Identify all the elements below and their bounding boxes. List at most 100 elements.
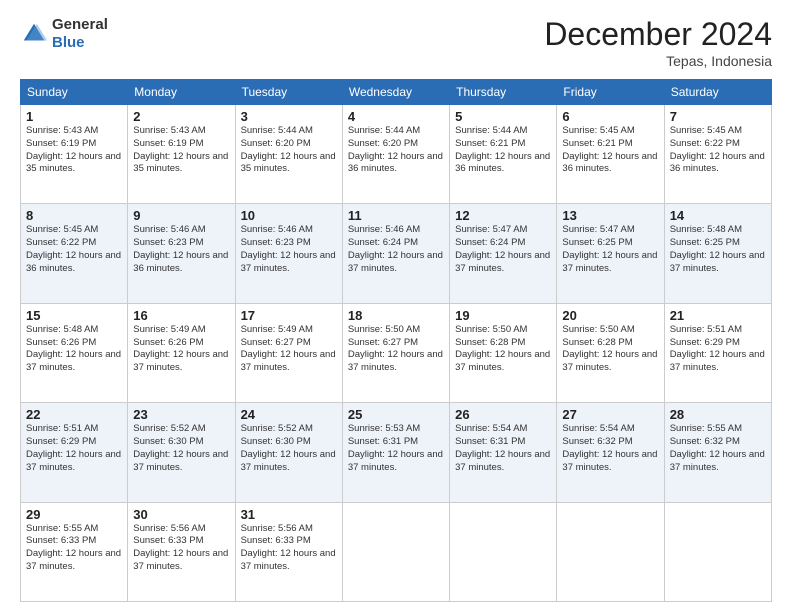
- calendar-cell: 11 Sunrise: 5:46 AM Sunset: 6:24 PM Dayl…: [342, 204, 449, 303]
- sunrise-text: Sunrise: 5:51 AM: [26, 423, 98, 434]
- daylight-text: Daylight: 12 hours and 37 minutes.: [348, 349, 443, 373]
- day-detail: Sunrise: 5:55 AM Sunset: 6:32 PM Dayligh…: [670, 423, 766, 474]
- calendar-week-row: 15 Sunrise: 5:48 AM Sunset: 6:26 PM Dayl…: [21, 303, 772, 402]
- sunset-text: Sunset: 6:24 PM: [348, 237, 418, 248]
- sunset-text: Sunset: 6:27 PM: [241, 337, 311, 348]
- day-number: 23: [133, 407, 229, 422]
- calendar-cell: 2 Sunrise: 5:43 AM Sunset: 6:19 PM Dayli…: [128, 105, 235, 204]
- day-number: 12: [455, 208, 551, 223]
- daylight-text: Daylight: 12 hours and 37 minutes.: [670, 250, 765, 274]
- day-detail: Sunrise: 5:44 AM Sunset: 6:20 PM Dayligh…: [348, 125, 444, 176]
- sunrise-text: Sunrise: 5:52 AM: [133, 423, 205, 434]
- day-detail: Sunrise: 5:52 AM Sunset: 6:30 PM Dayligh…: [241, 423, 337, 474]
- sunset-text: Sunset: 6:20 PM: [348, 138, 418, 149]
- day-detail: Sunrise: 5:47 AM Sunset: 6:25 PM Dayligh…: [562, 224, 658, 275]
- day-number: 26: [455, 407, 551, 422]
- daylight-text: Daylight: 12 hours and 37 minutes.: [455, 349, 550, 373]
- calendar-cell: 5 Sunrise: 5:44 AM Sunset: 6:21 PM Dayli…: [450, 105, 557, 204]
- daylight-text: Daylight: 12 hours and 37 minutes.: [670, 449, 765, 473]
- calendar-cell: 31 Sunrise: 5:56 AM Sunset: 6:33 PM Dayl…: [235, 502, 342, 601]
- calendar-cell: 23 Sunrise: 5:52 AM Sunset: 6:30 PM Dayl…: [128, 403, 235, 502]
- day-number: 29: [26, 507, 122, 522]
- calendar-cell: 29 Sunrise: 5:55 AM Sunset: 6:33 PM Dayl…: [21, 502, 128, 601]
- day-detail: Sunrise: 5:50 AM Sunset: 6:28 PM Dayligh…: [562, 324, 658, 375]
- calendar-cell: 19 Sunrise: 5:50 AM Sunset: 6:28 PM Dayl…: [450, 303, 557, 402]
- daylight-text: Daylight: 12 hours and 37 minutes.: [241, 449, 336, 473]
- day-number: 18: [348, 308, 444, 323]
- sunset-text: Sunset: 6:30 PM: [133, 436, 203, 447]
- calendar-cell: 9 Sunrise: 5:46 AM Sunset: 6:23 PM Dayli…: [128, 204, 235, 303]
- day-number: 3: [241, 109, 337, 124]
- day-number: 7: [670, 109, 766, 124]
- day-number: 22: [26, 407, 122, 422]
- sunset-text: Sunset: 6:23 PM: [241, 237, 311, 248]
- calendar-cell: [342, 502, 449, 601]
- daylight-text: Daylight: 12 hours and 37 minutes.: [133, 349, 228, 373]
- sunrise-text: Sunrise: 5:53 AM: [348, 423, 420, 434]
- sunset-text: Sunset: 6:31 PM: [348, 436, 418, 447]
- sunrise-text: Sunrise: 5:56 AM: [241, 523, 313, 534]
- sunrise-text: Sunrise: 5:52 AM: [241, 423, 313, 434]
- sunrise-text: Sunrise: 5:51 AM: [670, 324, 742, 335]
- sunset-text: Sunset: 6:33 PM: [26, 535, 96, 546]
- sunset-text: Sunset: 6:32 PM: [562, 436, 632, 447]
- day-number: 5: [455, 109, 551, 124]
- day-detail: Sunrise: 5:56 AM Sunset: 6:33 PM Dayligh…: [133, 523, 229, 574]
- calendar-cell: 28 Sunrise: 5:55 AM Sunset: 6:32 PM Dayl…: [664, 403, 771, 502]
- daylight-text: Daylight: 12 hours and 37 minutes.: [455, 250, 550, 274]
- sunset-text: Sunset: 6:27 PM: [348, 337, 418, 348]
- day-number: 30: [133, 507, 229, 522]
- day-detail: Sunrise: 5:47 AM Sunset: 6:24 PM Dayligh…: [455, 224, 551, 275]
- day-number: 15: [26, 308, 122, 323]
- calendar-cell: 16 Sunrise: 5:49 AM Sunset: 6:26 PM Dayl…: [128, 303, 235, 402]
- calendar-cell: 13 Sunrise: 5:47 AM Sunset: 6:25 PM Dayl…: [557, 204, 664, 303]
- daylight-text: Daylight: 12 hours and 37 minutes.: [562, 449, 657, 473]
- daylight-text: Daylight: 12 hours and 37 minutes.: [241, 349, 336, 373]
- day-number: 14: [670, 208, 766, 223]
- day-number: 10: [241, 208, 337, 223]
- daylight-text: Daylight: 12 hours and 37 minutes.: [562, 250, 657, 274]
- day-of-week-header: Saturday: [664, 80, 771, 105]
- daylight-text: Daylight: 12 hours and 36 minutes.: [133, 250, 228, 274]
- sunset-text: Sunset: 6:19 PM: [133, 138, 203, 149]
- day-number: 27: [562, 407, 658, 422]
- calendar-header-row: SundayMondayTuesdayWednesdayThursdayFrid…: [21, 80, 772, 105]
- sunrise-text: Sunrise: 5:55 AM: [670, 423, 742, 434]
- day-number: 19: [455, 308, 551, 323]
- day-detail: Sunrise: 5:45 AM Sunset: 6:22 PM Dayligh…: [26, 224, 122, 275]
- sunrise-text: Sunrise: 5:50 AM: [348, 324, 420, 335]
- day-number: 8: [26, 208, 122, 223]
- day-number: 28: [670, 407, 766, 422]
- day-detail: Sunrise: 5:51 AM Sunset: 6:29 PM Dayligh…: [26, 423, 122, 474]
- day-detail: Sunrise: 5:44 AM Sunset: 6:21 PM Dayligh…: [455, 125, 551, 176]
- sunrise-text: Sunrise: 5:44 AM: [348, 125, 420, 136]
- calendar-cell: 30 Sunrise: 5:56 AM Sunset: 6:33 PM Dayl…: [128, 502, 235, 601]
- sunrise-text: Sunrise: 5:47 AM: [562, 224, 634, 235]
- calendar-week-row: 29 Sunrise: 5:55 AM Sunset: 6:33 PM Dayl…: [21, 502, 772, 601]
- daylight-text: Daylight: 12 hours and 37 minutes.: [670, 349, 765, 373]
- sunrise-text: Sunrise: 5:45 AM: [26, 224, 98, 235]
- sunset-text: Sunset: 6:20 PM: [241, 138, 311, 149]
- calendar-week-row: 8 Sunrise: 5:45 AM Sunset: 6:22 PM Dayli…: [21, 204, 772, 303]
- day-detail: Sunrise: 5:56 AM Sunset: 6:33 PM Dayligh…: [241, 523, 337, 574]
- day-number: 17: [241, 308, 337, 323]
- daylight-text: Daylight: 12 hours and 36 minutes.: [455, 151, 550, 175]
- daylight-text: Daylight: 12 hours and 36 minutes.: [26, 250, 121, 274]
- day-detail: Sunrise: 5:46 AM Sunset: 6:24 PM Dayligh…: [348, 224, 444, 275]
- calendar-cell: 20 Sunrise: 5:50 AM Sunset: 6:28 PM Dayl…: [557, 303, 664, 402]
- day-detail: Sunrise: 5:52 AM Sunset: 6:30 PM Dayligh…: [133, 423, 229, 474]
- day-of-week-header: Tuesday: [235, 80, 342, 105]
- calendar-cell: 6 Sunrise: 5:45 AM Sunset: 6:21 PM Dayli…: [557, 105, 664, 204]
- daylight-text: Daylight: 12 hours and 37 minutes.: [348, 449, 443, 473]
- day-number: 16: [133, 308, 229, 323]
- day-number: 20: [562, 308, 658, 323]
- sunrise-text: Sunrise: 5:50 AM: [455, 324, 527, 335]
- calendar-cell: 21 Sunrise: 5:51 AM Sunset: 6:29 PM Dayl…: [664, 303, 771, 402]
- day-number: 13: [562, 208, 658, 223]
- day-detail: Sunrise: 5:50 AM Sunset: 6:28 PM Dayligh…: [455, 324, 551, 375]
- day-detail: Sunrise: 5:55 AM Sunset: 6:33 PM Dayligh…: [26, 523, 122, 574]
- sunset-text: Sunset: 6:33 PM: [133, 535, 203, 546]
- calendar-cell: [450, 502, 557, 601]
- sunset-text: Sunset: 6:25 PM: [562, 237, 632, 248]
- calendar-cell: 15 Sunrise: 5:48 AM Sunset: 6:26 PM Dayl…: [21, 303, 128, 402]
